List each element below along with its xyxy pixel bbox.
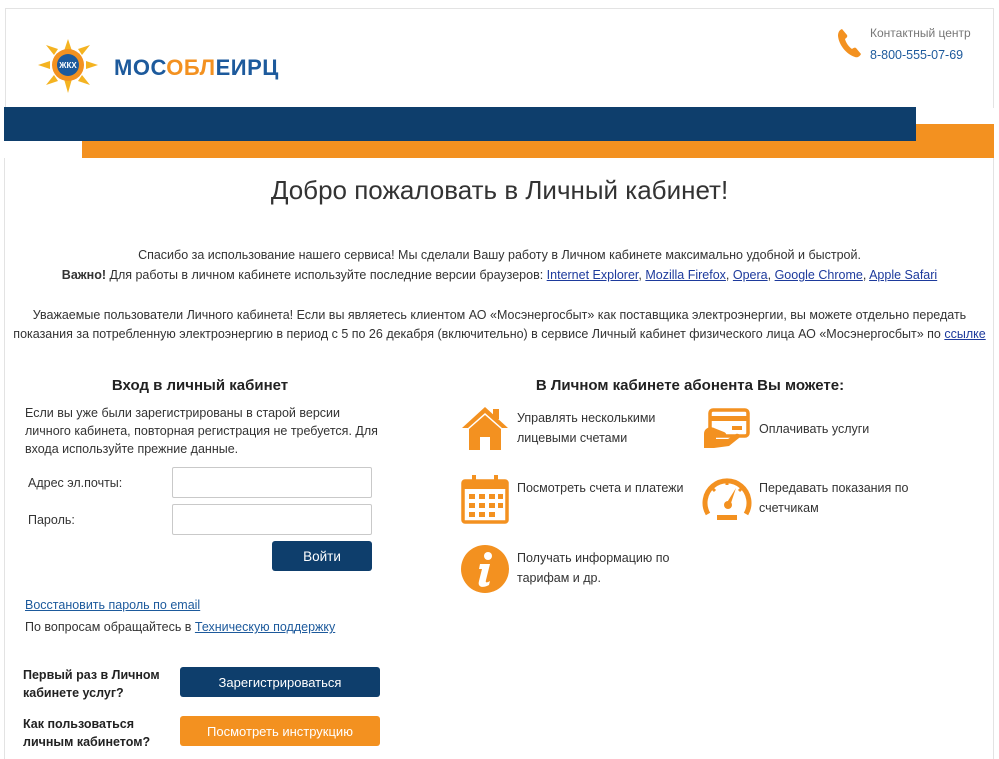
site-header: ЖКХ МОСОБЛЕИРЦ Контактный центр 8-800-55… bbox=[5, 8, 994, 108]
house-icon bbox=[462, 407, 508, 450]
important-text: Для работы в личном кабинете используйте… bbox=[106, 268, 547, 282]
calendar-icon bbox=[461, 475, 509, 524]
contact-center: Контактный центр 8-800-555-07-69 bbox=[836, 23, 996, 73]
mosenergosbyt-notice: Уважаемые пользователи Личного кабинета!… bbox=[10, 306, 989, 344]
email-field[interactable] bbox=[172, 467, 372, 498]
browser-link-chrome[interactable]: Google Chrome bbox=[775, 268, 863, 282]
instruction-button[interactable]: Посмотреть инструкцию bbox=[180, 716, 380, 746]
important-label: Важно! bbox=[61, 268, 106, 282]
browser-link-safari[interactable]: Apple Safari bbox=[869, 268, 937, 282]
first-time-label: Первый раз в Личном кабинете услуг? bbox=[23, 668, 160, 700]
sun-logo-icon: ЖКХ bbox=[38, 39, 98, 93]
feature-accounts-label: Управлять несколькими лицевыми счетами bbox=[517, 411, 656, 445]
support-line: По вопросам обращайтесь в Техническую по… bbox=[25, 620, 335, 634]
phone-icon bbox=[838, 29, 861, 58]
feature-pay: Оплачивать услуги bbox=[702, 404, 932, 460]
logo-badge: ЖКХ bbox=[58, 61, 77, 70]
notice-text: Уважаемые пользователи Личного кабинета!… bbox=[13, 308, 967, 341]
login-info-text: Если вы уже были зарегистрированы в стар… bbox=[25, 406, 378, 456]
page-title: Добро пожаловать в Личный кабинет! bbox=[270, 175, 729, 205]
support-text: По вопросам обращайтесь в bbox=[25, 620, 195, 634]
blue-band bbox=[4, 107, 916, 141]
card-payment-icon bbox=[704, 408, 750, 448]
login-title: Вход в личный кабинет bbox=[111, 377, 289, 394]
contact-title: Контактный центр bbox=[870, 26, 971, 40]
logo[interactable]: ЖКХ МОСОБЛЕИРЦ bbox=[34, 35, 284, 95]
support-link[interactable]: Техническую поддержку bbox=[195, 620, 335, 634]
notice-link[interactable]: ссылке bbox=[944, 327, 985, 341]
password-field[interactable] bbox=[172, 504, 372, 535]
login-button[interactable]: Войти bbox=[272, 541, 372, 571]
browser-notice: Важно! Для работы в личном кабинете испо… bbox=[61, 268, 938, 282]
password-label: Пароль: bbox=[28, 513, 75, 527]
feature-pay-label: Оплачивать услуги bbox=[759, 422, 870, 436]
feature-meters-label: Передавать показания по счетчикам bbox=[759, 481, 909, 515]
thanks-text: Спасибо за использование нашего сервиса!… bbox=[138, 248, 861, 262]
howto-label: Как пользоваться личным кабинетом? bbox=[23, 717, 151, 749]
feature-bills-label: Посмотреть счета и платежи bbox=[517, 481, 684, 495]
email-label: Адрес эл.почты: bbox=[28, 476, 123, 490]
feature-bills: Посмотреть счета и платежи bbox=[460, 474, 690, 530]
contact-phone[interactable]: 8-800-555-07-69 bbox=[870, 48, 963, 62]
feature-info-label: Получать информацию по тарифам и др. bbox=[517, 551, 670, 585]
feature-accounts: Управлять несколькими лицевыми счетами bbox=[460, 404, 690, 460]
register-button[interactable]: Зарегистрироваться bbox=[180, 667, 380, 697]
browser-link-opera[interactable]: Opera bbox=[733, 268, 768, 282]
feature-info: Получать информацию по тарифам и др. bbox=[460, 544, 690, 600]
browser-link-firefox[interactable]: Mozilla Firefox bbox=[645, 268, 726, 282]
info-icon bbox=[461, 545, 509, 593]
restore-password-link[interactable]: Восстановить пароль по email bbox=[25, 598, 200, 612]
meter-gauge-icon bbox=[702, 478, 752, 520]
browser-link-ie[interactable]: Internet Explorer bbox=[547, 268, 639, 282]
feature-meters: Передавать показания по счетчикам bbox=[702, 474, 932, 530]
header-color-bands bbox=[4, 107, 994, 158]
logo-wordmark: МОСОБЛЕИРЦ bbox=[114, 55, 279, 80]
features-title: В Личном кабинете абонента Вы можете: bbox=[535, 377, 845, 394]
